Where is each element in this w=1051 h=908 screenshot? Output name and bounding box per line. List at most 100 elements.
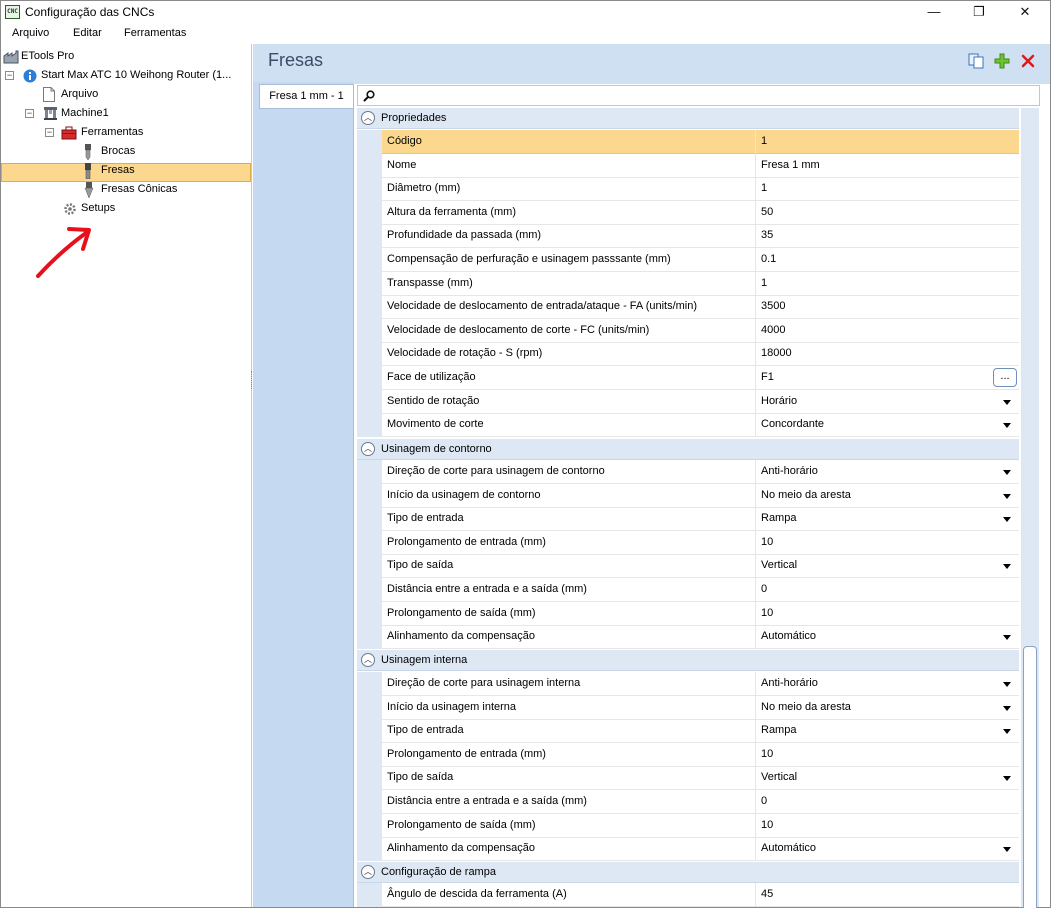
tree-label-setups: Setups [81,202,116,214]
property-value[interactable]: Anti-horário [756,460,1019,484]
tab-fresa-1mm[interactable]: Fresa 1 mm - 1 [259,84,353,109]
property-row[interactable]: Transpasse (mm) 1 [357,271,1019,296]
property-value[interactable]: 50 [756,201,1019,225]
property-value[interactable]: 45 [756,883,1019,907]
property-row[interactable]: Tipo de saída Vertical [357,554,1019,579]
collapse-icon[interactable]: ︿ [361,865,375,879]
property-row[interactable]: Diâmetro (mm) 1 [357,177,1019,202]
menu-editar[interactable]: Editar [73,27,102,39]
dropdown-arrow-icon[interactable] [1003,399,1011,405]
property-row[interactable]: Distância entre a entrada e a saída (mm)… [357,790,1019,814]
property-row[interactable]: Tipo de entrada Rampa [357,719,1019,744]
property-row[interactable]: Alinhamento da compensação Automático [357,837,1019,862]
property-row[interactable]: Velocidade de deslocamento de entrada/at… [357,295,1019,320]
dropdown-arrow-icon[interactable] [1003,705,1011,711]
collapse-icon[interactable]: − [45,128,54,137]
copy-icon[interactable] [968,53,984,69]
property-value[interactable]: Rampa [756,719,1019,744]
property-row[interactable]: Movimento de corte Concordante [357,413,1019,438]
property-value[interactable]: 10 [756,531,1019,555]
property-value[interactable]: Automático [756,625,1019,650]
search-input[interactable] [357,85,1040,106]
property-value[interactable]: Vertical [756,766,1019,791]
property-value[interactable]: F1 [756,366,1019,390]
property-row[interactable]: Nome Fresa 1 mm [357,153,1019,178]
property-row[interactable]: Velocidade de deslocamento de corte - FC… [357,318,1019,343]
property-row[interactable]: Prolongamento de saída (mm) 10 [357,813,1019,838]
property-value[interactable]: No meio da aresta [756,696,1019,720]
collapse-icon[interactable]: ︿ [361,442,375,456]
property-value[interactable]: 1 [756,272,1019,296]
title-bar[interactable]: CNC Configuração das CNCs — ❐ ✕ [1,1,1050,24]
property-row[interactable]: Início da usinagem de contorno No meio da… [357,483,1019,508]
property-row[interactable]: Altura da ferramenta (mm) 50 [357,200,1019,225]
property-value[interactable]: Vertical [756,554,1019,579]
maximize-button[interactable]: ❐ [956,1,1002,24]
property-row[interactable]: Distância entre a entrada e a saída (mm)… [357,578,1019,602]
property-row[interactable]: Alinhamento da compensação Automático [357,625,1019,650]
ellipsis-button[interactable]: ... [993,368,1017,387]
property-value[interactable]: 3500 [756,295,1019,320]
vertical-scrollbar[interactable] [1021,108,1039,908]
close-button[interactable]: ✕ [1002,1,1048,24]
property-value[interactable]: Rampa [756,507,1019,532]
dropdown-arrow-icon[interactable] [1003,564,1011,570]
property-value[interactable]: 0.1 [756,248,1019,272]
property-value[interactable]: 1 [756,130,1019,154]
category-contorno[interactable]: ︿ Usinagem de contorno [357,439,1019,460]
dropdown-arrow-icon[interactable] [1003,423,1011,429]
property-row[interactable]: Sentido de rotação Horário [357,389,1019,414]
property-row[interactable]: Direção de corte para usinagem de contor… [357,460,1019,484]
property-row[interactable]: Face de utilização F1... [357,366,1019,390]
dropdown-arrow-icon[interactable] [1003,776,1011,782]
category-propriedades[interactable]: ︿ Propriedades [357,108,1019,129]
property-value[interactable]: Concordante [756,413,1019,438]
property-value[interactable]: 0 [756,790,1019,814]
property-row[interactable]: Prolongamento de entrada (mm) 10 [357,742,1019,767]
property-row[interactable]: Velocidade de rotação - S (rpm) 18000 [357,342,1019,367]
property-value[interactable]: 1 [756,177,1019,202]
property-value[interactable]: Anti-horário [756,672,1019,696]
minimize-button[interactable]: — [911,1,957,24]
dropdown-arrow-icon[interactable] [1003,470,1011,475]
dropdown-arrow-icon[interactable] [1003,635,1011,641]
property-row[interactable]: Ângulo de descida da ferramenta (A) 45 [357,883,1019,907]
collapse-icon[interactable]: − [25,109,34,118]
delete-icon[interactable] [1020,53,1036,69]
property-value[interactable]: 10 [756,814,1019,838]
property-name: Velocidade de deslocamento de entrada/at… [382,295,756,320]
collapse-icon[interactable]: ︿ [361,653,375,667]
property-row[interactable]: Tipo de saída Vertical [357,766,1019,791]
property-value[interactable]: 35 [756,224,1019,249]
property-value[interactable]: 18000 [756,342,1019,367]
property-value[interactable]: 10 [756,602,1019,626]
menu-arquivo[interactable]: Arquivo [12,27,49,39]
property-row[interactable]: Código 1 [357,130,1019,154]
property-value[interactable]: Horário [756,390,1019,414]
dropdown-arrow-icon[interactable] [1003,682,1011,687]
category-interna[interactable]: ︿ Usinagem interna [357,650,1019,671]
collapse-icon[interactable]: ︿ [361,111,375,125]
property-value[interactable]: No meio da aresta [756,484,1019,508]
property-row[interactable]: Prolongamento de entrada (mm) 10 [357,530,1019,555]
property-value[interactable]: Fresa 1 mm [756,154,1019,178]
dropdown-arrow-icon[interactable] [1003,517,1011,523]
add-icon[interactable] [994,53,1010,69]
property-value[interactable]: 10 [756,743,1019,767]
menu-ferramentas[interactable]: Ferramentas [124,27,186,39]
property-row[interactable]: Compensação de perfuração e usinagem pas… [357,248,1019,272]
property-row[interactable]: Tipo de entrada Rampa [357,507,1019,532]
property-value[interactable]: 0 [756,578,1019,602]
property-row[interactable]: Prolongamento de saída (mm) 10 [357,601,1019,626]
collapse-icon[interactable]: − [5,71,14,80]
property-value[interactable]: Automático [756,837,1019,862]
property-value[interactable]: 4000 [756,319,1019,343]
property-row[interactable]: Profundidade da passada (mm) 35 [357,224,1019,249]
property-row[interactable]: Direção de corte para usinagem interna An… [357,672,1019,696]
scrollbar-thumb[interactable] [1023,646,1037,908]
dropdown-arrow-icon[interactable] [1003,847,1011,853]
property-row[interactable]: Início da usinagem interna No meio da are… [357,695,1019,720]
dropdown-arrow-icon[interactable] [1003,729,1011,735]
category-rampa[interactable]: ︿ Configuração de rampa [357,862,1019,883]
dropdown-arrow-icon[interactable] [1003,493,1011,499]
